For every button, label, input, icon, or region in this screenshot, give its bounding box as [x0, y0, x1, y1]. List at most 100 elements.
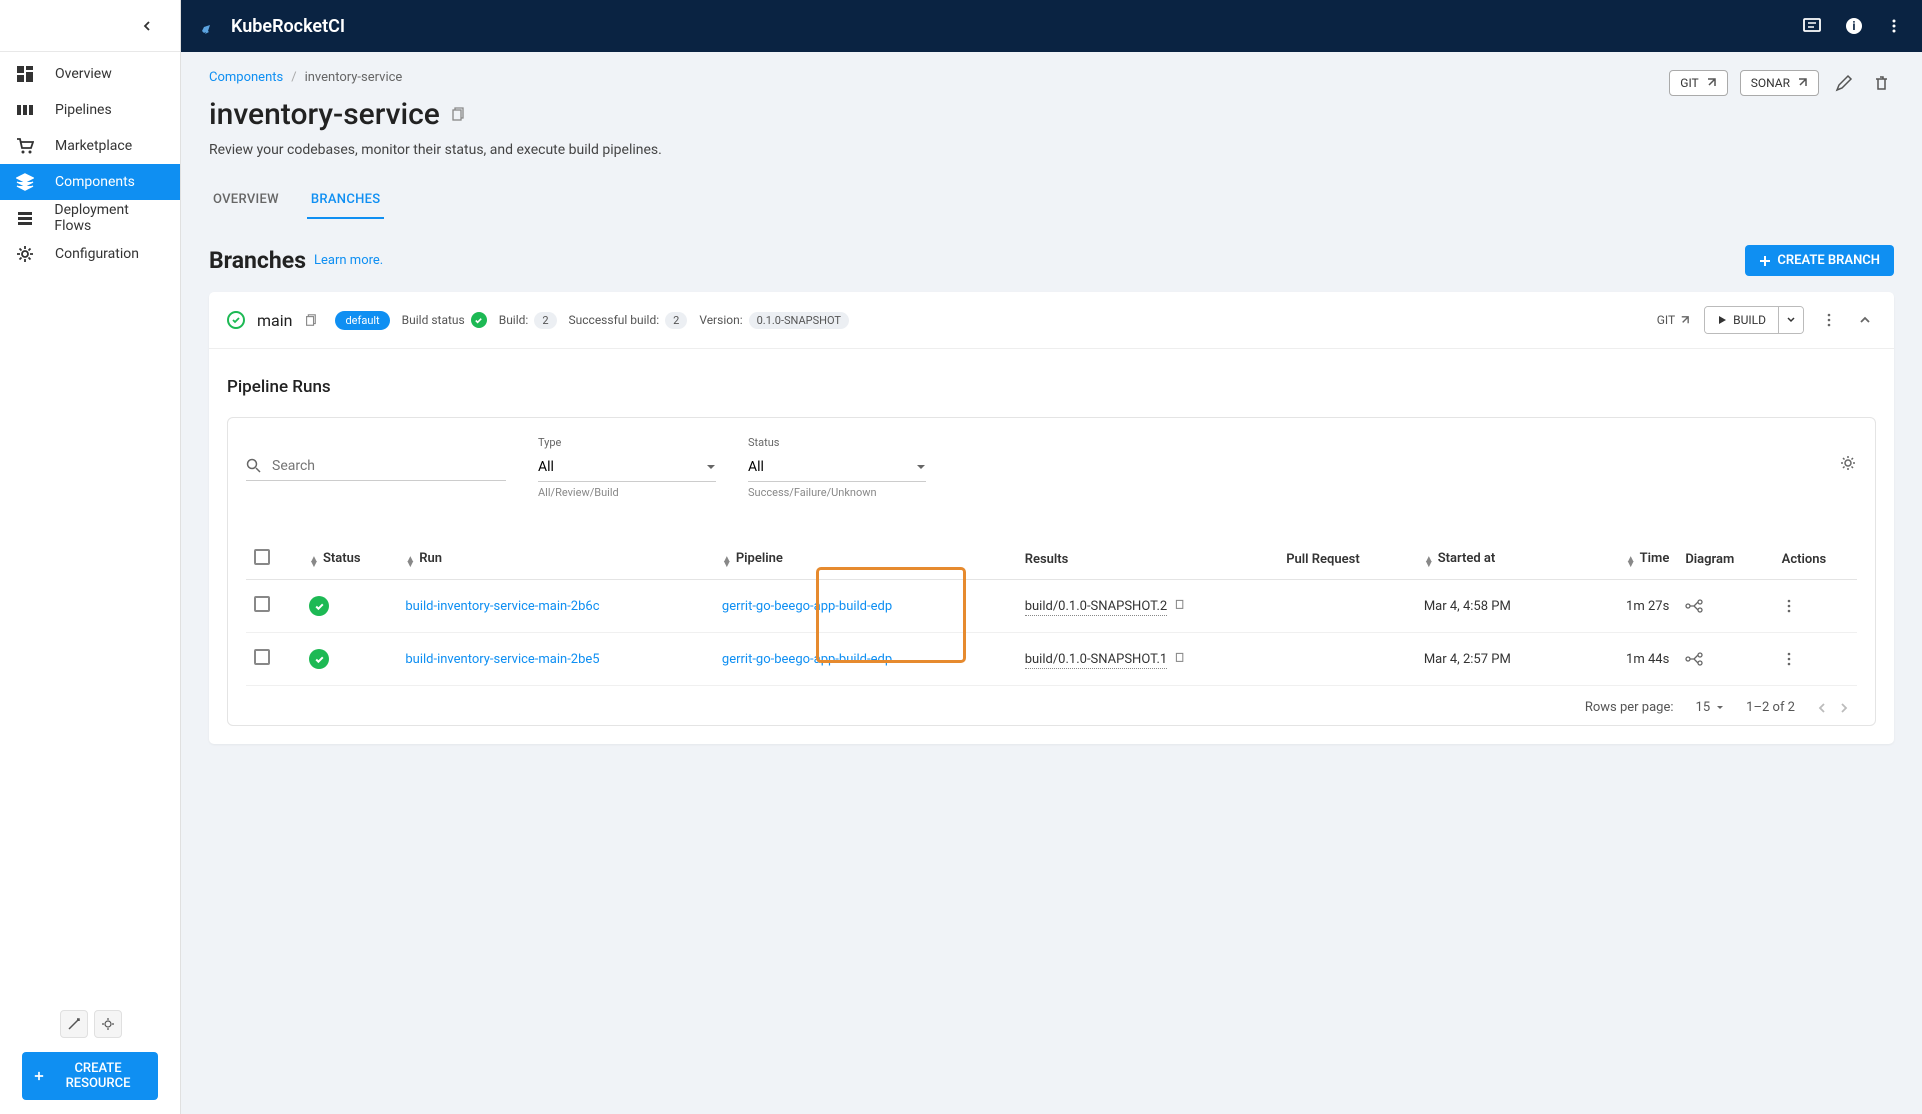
status-success-icon — [309, 596, 329, 616]
copy-branch-icon[interactable] — [304, 314, 317, 327]
nav-components[interactable]: Components — [0, 164, 180, 200]
git-button[interactable]: GIT — [1669, 70, 1727, 96]
check-icon — [471, 312, 487, 328]
run-link[interactable]: build-inventory-service-main-2b6c — [405, 599, 599, 614]
tabs: OVERVIEW BRANCHES — [209, 184, 1894, 219]
git-label: GIT — [1680, 76, 1698, 90]
nav-label: Overview — [55, 66, 112, 82]
result-value: build/0.1.0-SNAPSHOT.2 — [1025, 599, 1168, 616]
build-button-group: BUILD — [1704, 306, 1804, 334]
pipeline-runs-table: ▲▼Status ▲▼Run ▲▼Pipeline Results Pull R… — [246, 539, 1857, 686]
sidebar-collapse-button[interactable] — [0, 0, 180, 52]
branches-title: Branches — [209, 247, 306, 274]
breadcrumb-root[interactable]: Components — [209, 70, 283, 85]
page-range: 1–2 of 2 — [1746, 700, 1795, 715]
branch-collapse-button[interactable] — [1854, 309, 1876, 331]
rows-per-page-label: Rows per page: — [1585, 700, 1674, 715]
branch-card: main default Build status Build: 2 Succe… — [209, 292, 1894, 744]
edit-button[interactable] — [1831, 70, 1857, 96]
topbar: KubeRocketCI i — [181, 0, 1922, 52]
result-value: build/0.1.0-SNAPSHOT.1 — [1025, 652, 1168, 669]
learn-more-link[interactable]: Learn more. — [314, 253, 383, 268]
create-resource-label: CREATE RESOURCE — [50, 1061, 146, 1091]
brand[interactable]: KubeRocketCI — [201, 16, 345, 37]
branch-git-link[interactable]: GIT — [1657, 313, 1690, 327]
tool-icon-2[interactable] — [94, 1010, 122, 1038]
tab-branches[interactable]: BRANCHES — [307, 184, 385, 219]
select-all-checkbox[interactable] — [254, 549, 270, 565]
nav: Overview Pipelines Marketplace Component… — [0, 52, 180, 996]
copy-icon[interactable] — [450, 107, 465, 122]
sidebar-bottom: CREATE RESOURCE — [0, 996, 180, 1114]
plus-icon — [34, 1070, 44, 1082]
layers-icon — [14, 173, 36, 191]
chevron-down-icon — [1716, 704, 1724, 712]
nav-overview[interactable]: Overview — [0, 56, 180, 92]
dashboard-icon — [14, 65, 36, 83]
branch-name: main — [257, 311, 292, 330]
nav-marketplace[interactable]: Marketplace — [0, 128, 180, 164]
plus-icon — [1759, 255, 1771, 267]
nav-label: Marketplace — [55, 138, 132, 154]
row-more-button[interactable] — [1782, 652, 1849, 666]
info-icon[interactable]: i — [1844, 16, 1864, 36]
pipeline-link[interactable]: gerrit-go-beego-app-build-edp — [722, 599, 892, 614]
more-vert-icon — [1822, 313, 1836, 327]
col-run[interactable]: Run — [419, 551, 442, 566]
diagram-button[interactable] — [1685, 599, 1765, 613]
status-label: Status — [748, 436, 926, 449]
external-link-icon — [1705, 77, 1717, 89]
external-link-icon — [1679, 315, 1690, 326]
nav-deployment-flows[interactable]: Deployment Flows — [0, 200, 180, 236]
search-field[interactable] — [246, 452, 506, 481]
filter-card: Type All All/Review/Build Status — [227, 417, 1876, 726]
branch-header: main default Build status Build: 2 Succe… — [209, 292, 1894, 349]
started-at: Mar 4, 2:57 PM — [1416, 633, 1581, 686]
tool-icon-1[interactable] — [60, 1010, 88, 1038]
next-page[interactable] — [1839, 703, 1849, 713]
tab-overview[interactable]: OVERVIEW — [209, 184, 283, 219]
page-title: inventory-service — [209, 97, 1894, 132]
prev-page[interactable] — [1817, 703, 1827, 713]
nav-configuration[interactable]: Configuration — [0, 236, 180, 272]
more-icon[interactable] — [1886, 18, 1902, 34]
table-row: build-inventory-service-main-2be5 gerrit… — [246, 633, 1857, 686]
gear-icon — [14, 245, 36, 263]
diagram-button[interactable] — [1685, 652, 1765, 666]
build-button[interactable]: BUILD — [1705, 307, 1778, 333]
col-pr: Pull Request — [1286, 552, 1359, 567]
rows-per-page-select[interactable]: 15 — [1696, 700, 1725, 715]
status-select[interactable]: All — [748, 455, 926, 482]
row-checkbox[interactable] — [254, 596, 270, 612]
col-started[interactable]: Started at — [1438, 551, 1496, 566]
type-select[interactable]: All — [538, 455, 716, 482]
run-link[interactable]: build-inventory-service-main-2be5 — [405, 652, 599, 667]
nav-pipelines[interactable]: Pipelines — [0, 92, 180, 128]
create-resource-button[interactable]: CREATE RESOURCE — [22, 1052, 158, 1100]
build-dropdown[interactable] — [1778, 307, 1803, 333]
row-checkbox[interactable] — [254, 649, 270, 665]
delete-button[interactable] — [1869, 71, 1894, 96]
col-pipeline[interactable]: Pipeline — [736, 551, 783, 566]
sonar-button[interactable]: SONAR — [1740, 70, 1819, 96]
nav-label: Deployment Flows — [54, 202, 166, 234]
pipeline-link[interactable]: gerrit-go-beego-app-build-edp — [722, 652, 892, 667]
breadcrumb: Components / inventory-service — [209, 70, 1669, 85]
type-hint: All/Review/Build — [538, 486, 716, 499]
create-branch-button[interactable]: CREATE BRANCH — [1745, 245, 1894, 276]
copy-result-icon[interactable] — [1174, 599, 1186, 614]
version: Version: 0.1.0-SNAPSHOT — [699, 312, 849, 329]
table-row: build-inventory-service-main-2b6c gerrit… — [246, 580, 1857, 633]
search-input[interactable] — [272, 458, 506, 474]
row-more-button[interactable] — [1782, 599, 1849, 613]
chat-icon[interactable] — [1802, 16, 1822, 36]
success-count: Successful build: 2 — [569, 312, 688, 329]
status-success-icon — [309, 649, 329, 669]
status-hint: Success/Failure/Unknown — [748, 486, 926, 499]
col-status[interactable]: Status — [323, 551, 361, 566]
table-settings-icon[interactable] — [1839, 454, 1857, 472]
build-status: Build status — [402, 312, 487, 328]
copy-result-icon[interactable] — [1174, 652, 1186, 667]
branch-more-button[interactable] — [1818, 309, 1840, 331]
col-time[interactable]: Time — [1640, 551, 1670, 566]
